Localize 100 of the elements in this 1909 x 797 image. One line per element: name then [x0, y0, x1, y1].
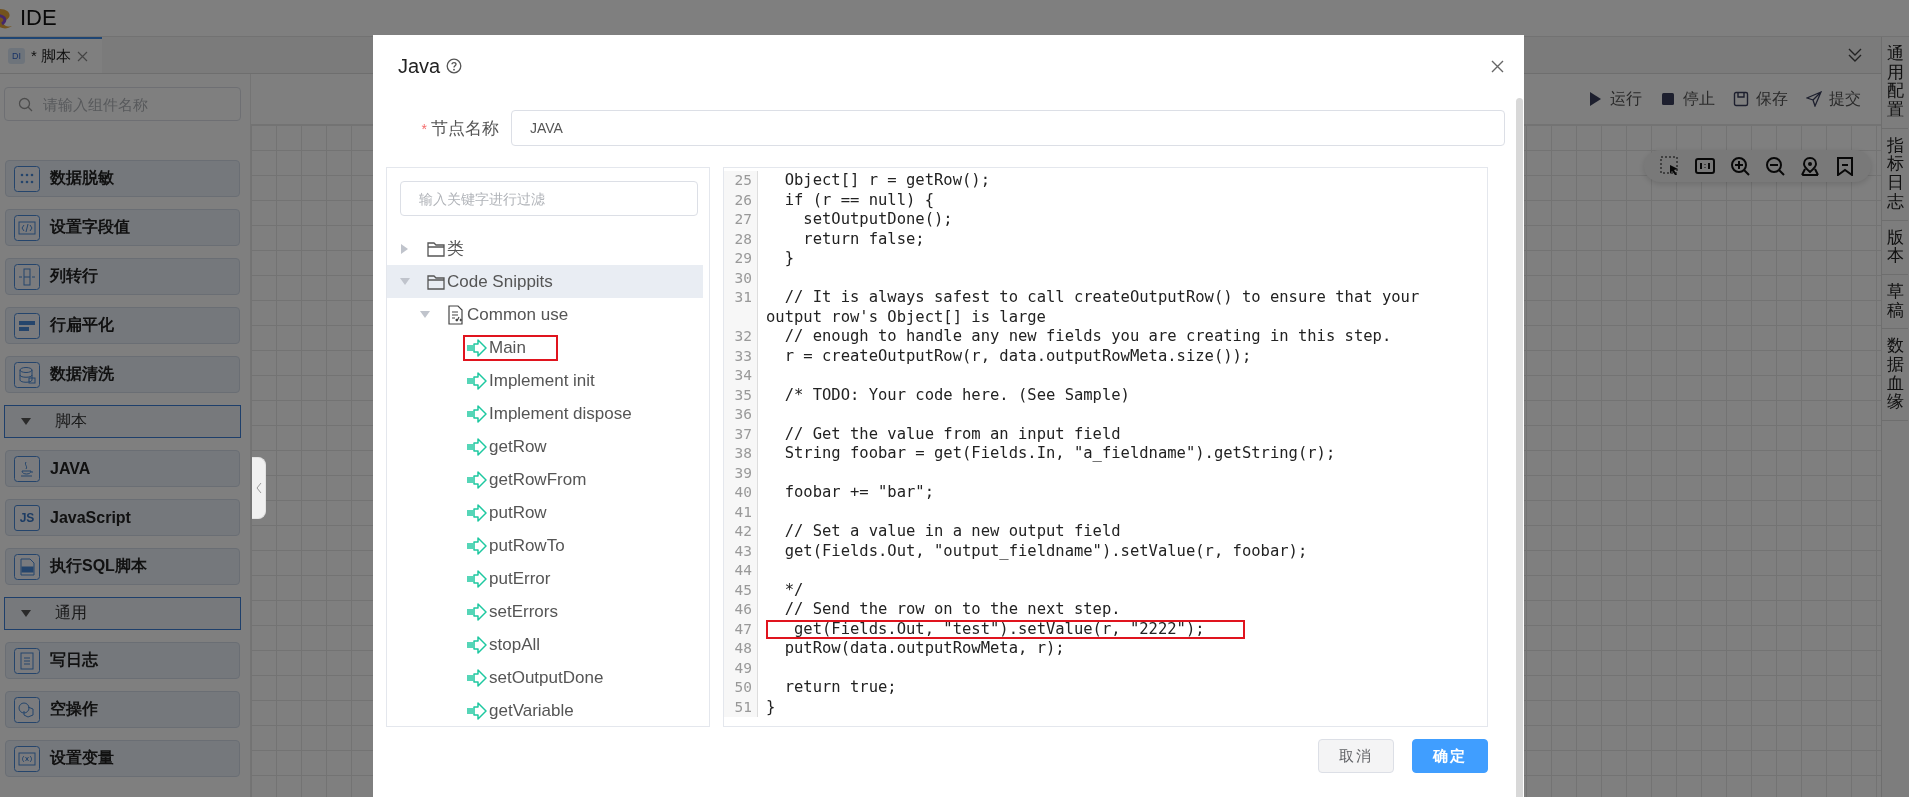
- tree-item[interactable]: setOutputDone: [387, 661, 703, 694]
- tree-label: putRow: [489, 502, 547, 523]
- tree-item[interactable]: Implement dispose: [387, 397, 703, 430]
- tree-label: setErrors: [489, 601, 558, 622]
- tree-item[interactable]: Code Snippits: [387, 265, 703, 298]
- line-number: 45: [724, 580, 758, 600]
- tree-label: Implement dispose: [489, 403, 632, 424]
- tree-item[interactable]: Main: [387, 331, 703, 364]
- component-item[interactable]: 写日志: [5, 642, 240, 679]
- js-icon: JS: [14, 504, 40, 531]
- toolbar-button[interactable]: 保存: [1733, 88, 1788, 110]
- dialog-title: Java: [398, 54, 441, 78]
- code-line: */: [783, 580, 804, 599]
- line-number: 49: [724, 658, 758, 678]
- code-line: return true;: [783, 678, 897, 696]
- tab-label: * 脚本: [31, 46, 71, 66]
- line-number: 43: [724, 541, 758, 561]
- code-line: return false;: [802, 229, 925, 248]
- input-field[interactable]: JAVA: [511, 110, 1505, 146]
- code-line: // Set a value in a new output field: [783, 522, 1121, 540]
- line-number: 28: [724, 229, 758, 249]
- tree-label: getRow: [489, 436, 547, 457]
- tree-item[interactable]: Implement init: [387, 364, 703, 397]
- tree-item[interactable]: getRowFrom: [387, 463, 703, 496]
- tree-label: Implement init: [489, 370, 595, 391]
- component-item[interactable]: 设置字段值: [5, 209, 240, 246]
- code-line: setOutputDone();: [802, 210, 953, 228]
- code-line: get(Fields.Out, "output_fieldname").setValue(r, foobar);: [783, 541, 1308, 560]
- component-item[interactable]: 数据脱敏: [5, 160, 240, 197]
- line-number: 32: [724, 327, 758, 347]
- tab-badge: DI: [8, 48, 25, 64]
- line-number: 48: [724, 639, 758, 659]
- line-number: 42: [724, 522, 758, 542]
- side-tab[interactable]: 通用配置: [1882, 37, 1908, 129]
- line-number: 29: [724, 249, 758, 269]
- cancel-button[interactable]: 取消: [1318, 739, 1394, 773]
- code-line: /* TODO: Your code here. (See Sample): [783, 385, 1130, 404]
- line-number: 30: [724, 268, 758, 288]
- code-line: if (r == null) {: [783, 190, 934, 209]
- line-number: 31: [724, 288, 758, 327]
- line-number: 51: [724, 697, 758, 717]
- tree-item[interactable]: putError: [387, 562, 703, 595]
- component-item[interactable]: 数据清洗: [5, 356, 240, 393]
- toolbar-button[interactable]: 提交: [1806, 88, 1861, 110]
- code-line: putRow(data.outputRowMeta, r);: [783, 639, 1065, 657]
- component-item[interactable]: JAVA: [5, 450, 240, 487]
- tree-label: putRowTo: [489, 535, 565, 556]
- confirm-button[interactable]: 确定: [1412, 739, 1488, 773]
- component-item[interactable]: JS JavaScript: [5, 499, 240, 536]
- code-line: get(Fields.Out, "test").setValue(r, "2222");: [766, 619, 1245, 639]
- app-title: IDE: [20, 5, 57, 31]
- line-number: 38: [724, 444, 758, 464]
- tree-item[interactable]: putRow: [387, 496, 703, 529]
- code-line: }: [783, 249, 794, 267]
- field-label: 节点名称: [431, 118, 499, 138]
- tree-label: stopAll: [489, 634, 541, 655]
- code-line: // Get the value from an input field: [783, 424, 1121, 443]
- side-tab[interactable]: 指标日志: [1882, 128, 1908, 221]
- toolbar-button[interactable]: 停止: [1660, 88, 1715, 110]
- line-number: 47: [724, 619, 758, 639]
- tree-item[interactable]: putRowTo: [387, 529, 703, 562]
- code-line: foobar += "bar";: [783, 483, 934, 501]
- line-number: 34: [724, 366, 758, 386]
- code-line: // Send the row on to the next step.: [783, 600, 1121, 618]
- line-number: 46: [724, 600, 758, 620]
- tree-item[interactable]: getRow: [387, 430, 703, 463]
- tree-label: Common use: [467, 304, 569, 325]
- side-tab[interactable]: 草稿: [1882, 274, 1908, 330]
- side-tab[interactable]: 数据血缘: [1882, 329, 1908, 421]
- tree-label: putError: [489, 568, 551, 589]
- component-item[interactable]: 行扁平化: [5, 307, 240, 344]
- tree-item[interactable]: 类: [387, 232, 703, 265]
- code-line: }: [766, 697, 776, 716]
- tree-item[interactable]: setErrors: [387, 595, 703, 628]
- editor-tab[interactable]: DI * 脚本: [0, 37, 102, 73]
- component-item[interactable]: 设置变量: [5, 740, 240, 777]
- line-number: 44: [724, 561, 758, 581]
- line-number: 50: [724, 678, 758, 698]
- tree-label: setOutputDone: [489, 667, 604, 688]
- category-header[interactable]: 通用: [4, 597, 241, 630]
- component-item[interactable]: 空操作: [5, 691, 240, 728]
- tree-label: 类: [447, 238, 464, 260]
- line-number: 25: [724, 171, 758, 191]
- tree-item[interactable]: Common use: [387, 298, 703, 331]
- tree-label: Code Snippits: [447, 271, 553, 292]
- category-header[interactable]: 脚本: [4, 405, 241, 438]
- line-number: 35: [724, 385, 758, 405]
- line-number: 41: [724, 502, 758, 522]
- component-item[interactable]: 执行SQL脚本: [5, 548, 240, 585]
- filter-field[interactable]: 输入关键字进行过滤: [400, 181, 698, 216]
- line-number: 36: [724, 405, 758, 425]
- tree-item[interactable]: stopAll: [387, 628, 703, 661]
- line-number: 39: [724, 463, 758, 483]
- tree-item[interactable]: getVariable: [387, 694, 703, 726]
- line-number: 40: [724, 483, 758, 503]
- toolbar-button[interactable]: 运行: [1587, 88, 1642, 110]
- component-item[interactable]: 列转行: [5, 258, 240, 295]
- side-tab[interactable]: 版本: [1882, 220, 1908, 275]
- required-mark: *: [421, 120, 427, 137]
- code-line: // It is always safest to call createOutputRow() to ensure that your output row's Object[] is large: [766, 288, 1421, 326]
